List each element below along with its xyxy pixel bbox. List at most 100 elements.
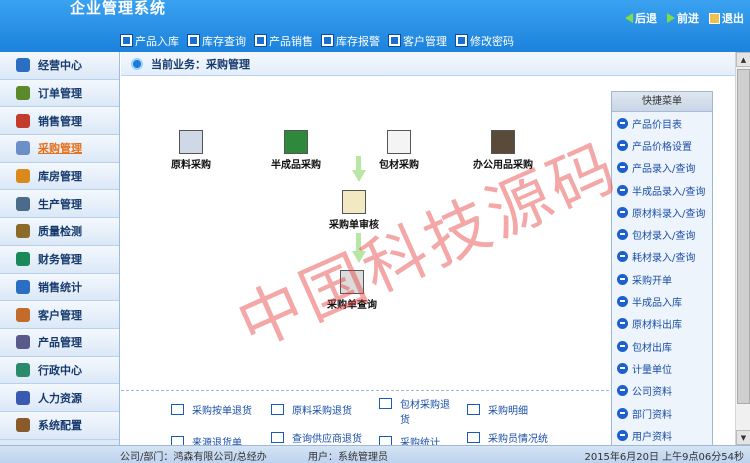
sidebar-item-12[interactable]: 人力资源 [0, 384, 119, 412]
quick-menu-label: 产品价目表 [632, 119, 682, 131]
sidebar-item-0[interactable]: 经营中心 [0, 52, 119, 80]
menu-product-sales[interactable]: 产品销售 [254, 33, 313, 49]
quick-menu-item[interactable]: 产品价格设置 [612, 134, 712, 156]
doc-icon [467, 404, 480, 415]
sidebar-item-4[interactable]: 库房管理 [0, 162, 119, 191]
back-button[interactable]: 后退 [625, 10, 657, 26]
quick-menu-item[interactable]: 产品价目表 [612, 112, 712, 134]
doc-icon [379, 398, 392, 409]
alarm-icon [321, 34, 334, 47]
flow-package-purchase[interactable]: 包材采购 [379, 130, 419, 171]
quick-menu-item[interactable]: 原材料出库 [612, 313, 712, 335]
link-supplier-return[interactable]: 查询供应商退货 [271, 430, 362, 445]
exit-button[interactable]: 退出 [709, 10, 744, 26]
sidebar-item-5[interactable]: 生产管理 [0, 190, 119, 219]
menu-label: 库存查询 [202, 34, 246, 48]
quick-menu-item[interactable]: 包材出库 [612, 335, 712, 357]
quick-menu-item[interactable]: 包材录入/查询 [612, 223, 712, 245]
quick-menu-item[interactable]: 原材料录入/查询 [612, 201, 712, 223]
search-icon [187, 34, 200, 47]
menu-customer[interactable]: 客户管理 [388, 33, 447, 49]
scroll-up-icon[interactable]: ▲ [736, 52, 750, 67]
quick-menu-item[interactable]: 采购开单 [612, 268, 712, 290]
sidebar-item-label: 销售管理 [38, 114, 82, 128]
flow-label: 采购单查询 [327, 300, 377, 311]
main-content: 当前业务：采购管理 原料采购 半成品采购 包材采购 办公用品采购 采购单审核 采… [121, 52, 735, 449]
stack-icon [340, 270, 364, 294]
link-package-return[interactable]: 包材采购退货 [379, 396, 459, 426]
menu-bullet-icon [617, 206, 628, 218]
users-icon [16, 141, 30, 156]
menu-product-inbound[interactable]: 产品入库 [120, 33, 179, 49]
link-raw-return[interactable]: 原料采购退货 [271, 402, 352, 417]
menu-stock-alarm[interactable]: 库存报警 [321, 33, 380, 49]
sidebar-item-10[interactable]: 产品管理 [0, 328, 119, 357]
flow-query[interactable]: 采购单查询 [327, 270, 377, 311]
doc-icon [467, 432, 480, 443]
tools-icon [16, 224, 30, 239]
sidebar-item-label: 生产管理 [38, 197, 82, 211]
customer-icon [16, 307, 30, 322]
flow-arrow-down-icon [352, 251, 366, 263]
link-label: 采购员情况统 [488, 434, 548, 445]
doc-icon [120, 34, 133, 47]
sidebar-item-13[interactable]: 系统配置 [0, 411, 119, 440]
quick-menu-item[interactable]: 用户资料 [612, 424, 712, 445]
menu-bullet-icon [617, 362, 628, 374]
sidebar-item-9[interactable]: 客户管理 [0, 301, 119, 329]
flow-raw-purchase[interactable]: 原料采购 [171, 130, 211, 171]
info-icon [131, 57, 143, 70]
scroll-down-icon[interactable]: ▼ [736, 430, 750, 445]
people-icon [16, 390, 30, 405]
sidebar-item-2[interactable]: 销售管理 [0, 107, 119, 136]
sidebar-item-1[interactable]: 订单管理 [0, 79, 119, 108]
flow-label: 采购单审核 [329, 220, 379, 231]
forward-arrow-icon [667, 13, 675, 23]
sidebar-item-7[interactable]: 财务管理 [0, 245, 119, 274]
link-buyer-stats[interactable]: 采购员情况统 [467, 430, 548, 445]
scrollbar[interactable]: ▲ ▼ [735, 52, 750, 445]
menu-stock-query[interactable]: 库存查询 [187, 33, 246, 49]
doc-icon [271, 432, 284, 443]
quick-menu-label: 部门资料 [632, 409, 672, 421]
sidebar-item-11[interactable]: 行政中心 [0, 356, 119, 385]
flow-review[interactable]: 采购单审核 [329, 190, 379, 231]
quick-menu-label: 原材料录入/查询 [632, 208, 706, 220]
exit-label: 退出 [722, 12, 744, 25]
semi-product-icon [284, 130, 308, 154]
scroll-thumb[interactable] [737, 69, 750, 404]
link-label: 采购按单退货 [192, 406, 252, 417]
quick-menu-item[interactable]: 部门资料 [612, 402, 712, 424]
sidebar-item-6[interactable]: 质量检测 [0, 218, 119, 246]
menubar: 产品入库 库存查询 产品销售 库存报警 客户管理 修改密码 [120, 30, 514, 51]
chart-icon [16, 113, 30, 128]
link-label: 原料采购退货 [292, 406, 352, 417]
sidebar-item-label: 采购管理 [38, 142, 82, 156]
books-icon [491, 130, 515, 154]
forward-button[interactable]: 前进 [667, 10, 699, 26]
back-label: 后退 [635, 12, 657, 25]
menu-change-password[interactable]: 修改密码 [455, 33, 514, 49]
menu-label: 客户管理 [403, 34, 447, 48]
link-return-by-order[interactable]: 采购按单退货 [171, 402, 252, 417]
quick-menu-item[interactable]: 耗材录入/查询 [612, 246, 712, 268]
menu-label: 产品销售 [269, 34, 313, 48]
menu-label: 库存报警 [336, 34, 380, 48]
status-bar: 公司/部门：鸿森有限公司/总经办 用户：系统管理员 2015年6月20日 上午9… [0, 445, 750, 463]
sidebar-item-8[interactable]: 销售统计 [0, 273, 119, 302]
flow-semi-purchase[interactable]: 半成品采购 [271, 130, 321, 171]
link-purchase-detail[interactable]: 采购明细 [467, 402, 528, 417]
link-label: 查询供应商退货 [292, 434, 362, 445]
divider [121, 390, 609, 391]
flow-office-purchase[interactable]: 办公用品采购 [473, 130, 533, 171]
config-icon [16, 418, 30, 433]
quick-menu-item[interactable]: 产品录入/查询 [612, 157, 712, 179]
quick-menu-item[interactable]: 计量单位 [612, 357, 712, 379]
sidebar-item-3[interactable]: 采购管理 [0, 135, 119, 163]
back-arrow-icon [625, 13, 633, 23]
quick-menu-item[interactable]: 公司资料 [612, 380, 712, 402]
quick-menu-label: 公司资料 [632, 387, 672, 399]
quick-menu-item[interactable]: 半成品入库 [612, 290, 712, 312]
quick-menu-item[interactable]: 半成品录入/查询 [612, 179, 712, 201]
menu-bullet-icon [617, 318, 628, 330]
